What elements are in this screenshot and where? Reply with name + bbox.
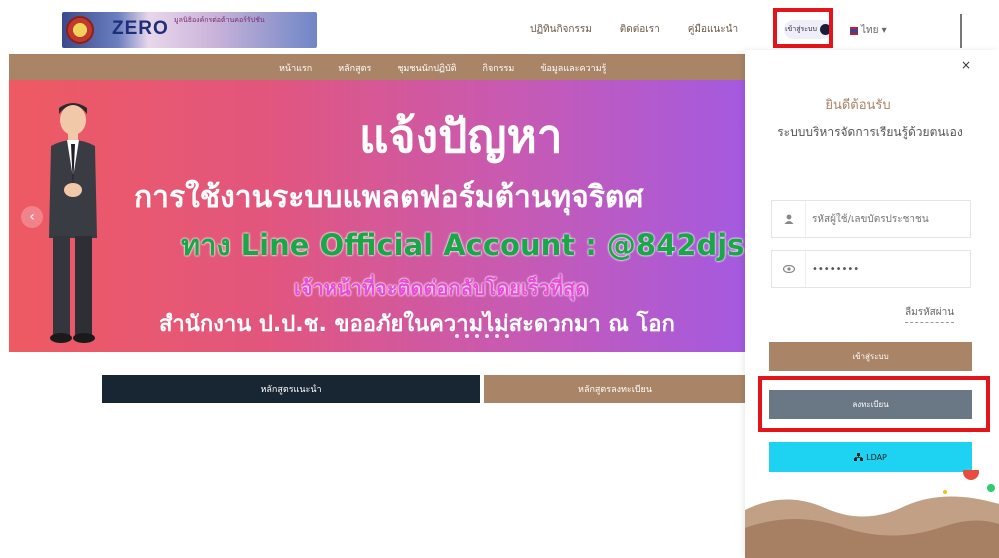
carousel-dot[interactable] xyxy=(455,334,459,338)
carousel-dot[interactable] xyxy=(495,334,499,338)
forgot-password-link[interactable]: ลืมรหัสผ่าน xyxy=(905,305,955,323)
close-icon[interactable]: × xyxy=(961,58,971,72)
top-header: ZERO มูลนิธิองค์กรต่อต้านคอร์รัปชัน ปฏิท… xyxy=(0,0,999,54)
user-icon xyxy=(772,201,806,237)
password-input[interactable] xyxy=(812,260,962,278)
registered-courses-button[interactable]: หลักสูตรลงทะเบียน xyxy=(484,375,746,403)
panel-subtitle: ระบบบริหารจัดการเรียนรู้ด้วยตนเอง xyxy=(777,125,963,139)
banner-line-3: ทาง Line Official Account : @842djs xyxy=(181,228,745,262)
carousel-indicators[interactable] xyxy=(455,334,509,338)
carousel-dot[interactable] xyxy=(475,334,479,338)
site-logo[interactable]: ZERO มูลนิธิองค์กรต่อต้านคอร์รัปชัน xyxy=(62,12,317,48)
businessman-illustration xyxy=(49,103,97,343)
link-contact[interactable]: ติดต่อเรา xyxy=(620,22,660,37)
banner-line-5: สำนักงาน ป.ป.ช. ขออภัยในความไม่สะดวกมา ณ… xyxy=(159,312,675,337)
logo-subtitle: มูลนิธิองค์กรต่อต้านคอร์รัปชัน xyxy=(174,16,265,24)
login-button[interactable]: เข้าสู่ระบบ xyxy=(769,342,972,371)
banner-line-2: การใช้งานระบบแพลตฟอร์มต้านทุจริตศ xyxy=(134,180,644,215)
network-icon xyxy=(854,453,864,461)
nav-knowledge[interactable]: ข้อมูลและความรู้ xyxy=(540,61,606,75)
banner-title: แจ้งปัญหา xyxy=(359,109,563,163)
username-field[interactable] xyxy=(771,200,971,238)
flag-icon xyxy=(850,26,858,35)
top-links: ปฏิทินกิจกรรม ติดต่อเรา คู่มือแนะนำ xyxy=(530,22,766,37)
nav-courses[interactable]: หลักสูตร xyxy=(338,61,371,75)
link-manual[interactable]: คู่มือแนะนำ xyxy=(688,22,738,37)
carousel-dot[interactable] xyxy=(465,334,469,338)
seal-icon xyxy=(66,16,94,44)
username-input[interactable] xyxy=(812,210,962,228)
carousel-dot[interactable] xyxy=(505,334,509,338)
highlight-box-login xyxy=(773,8,833,48)
decorative-waves xyxy=(745,470,999,558)
eye-icon[interactable] xyxy=(772,251,806,287)
carousel-dot[interactable] xyxy=(485,334,489,338)
password-field[interactable] xyxy=(771,250,971,288)
nav-activities[interactable]: กิจกรรม xyxy=(483,61,515,75)
divider xyxy=(960,14,962,48)
carousel-prev-icon[interactable]: ‹ xyxy=(21,206,43,228)
nav-home[interactable]: หน้าแรก xyxy=(279,61,312,75)
ldap-label: LDAP xyxy=(866,452,887,462)
main-nav: หน้าแรก หลักสูตร ชุมชนนักปฏิบัติ กิจกรรม… xyxy=(9,54,745,80)
link-calendar[interactable]: ปฏิทินกิจกรรม xyxy=(530,22,592,37)
language-label: ไทย ▾ xyxy=(861,25,887,36)
logo-text: ZERO xyxy=(112,18,169,39)
page: ZERO มูลนิธิองค์กรต่อต้านคอร์รัปชัน ปฏิท… xyxy=(0,0,999,558)
hero-banner[interactable]: ‹ แจ้งปัญหา การใช้งานระบบแพลตฟอร์มต้านทุ… xyxy=(9,80,745,352)
login-panel: × ยินดีต้อนรับ ระบบบริหารจัดการเรียนรู้ด… xyxy=(745,50,999,558)
highlight-box-register xyxy=(758,376,990,432)
nav-community[interactable]: ชุมชนนักปฏิบัติ xyxy=(397,61,456,75)
recommended-courses-button[interactable]: หลักสูตรแนะนำ xyxy=(102,375,480,403)
welcome-heading: ยินดีต้อนรับ xyxy=(825,98,891,113)
ldap-button[interactable]: LDAP xyxy=(769,442,972,472)
language-selector[interactable]: ไทย ▾ xyxy=(850,23,887,38)
banner-line-4: เจ้าหน้าที่จะติดต่อกลับโดยเร็วที่สุด xyxy=(294,276,589,300)
